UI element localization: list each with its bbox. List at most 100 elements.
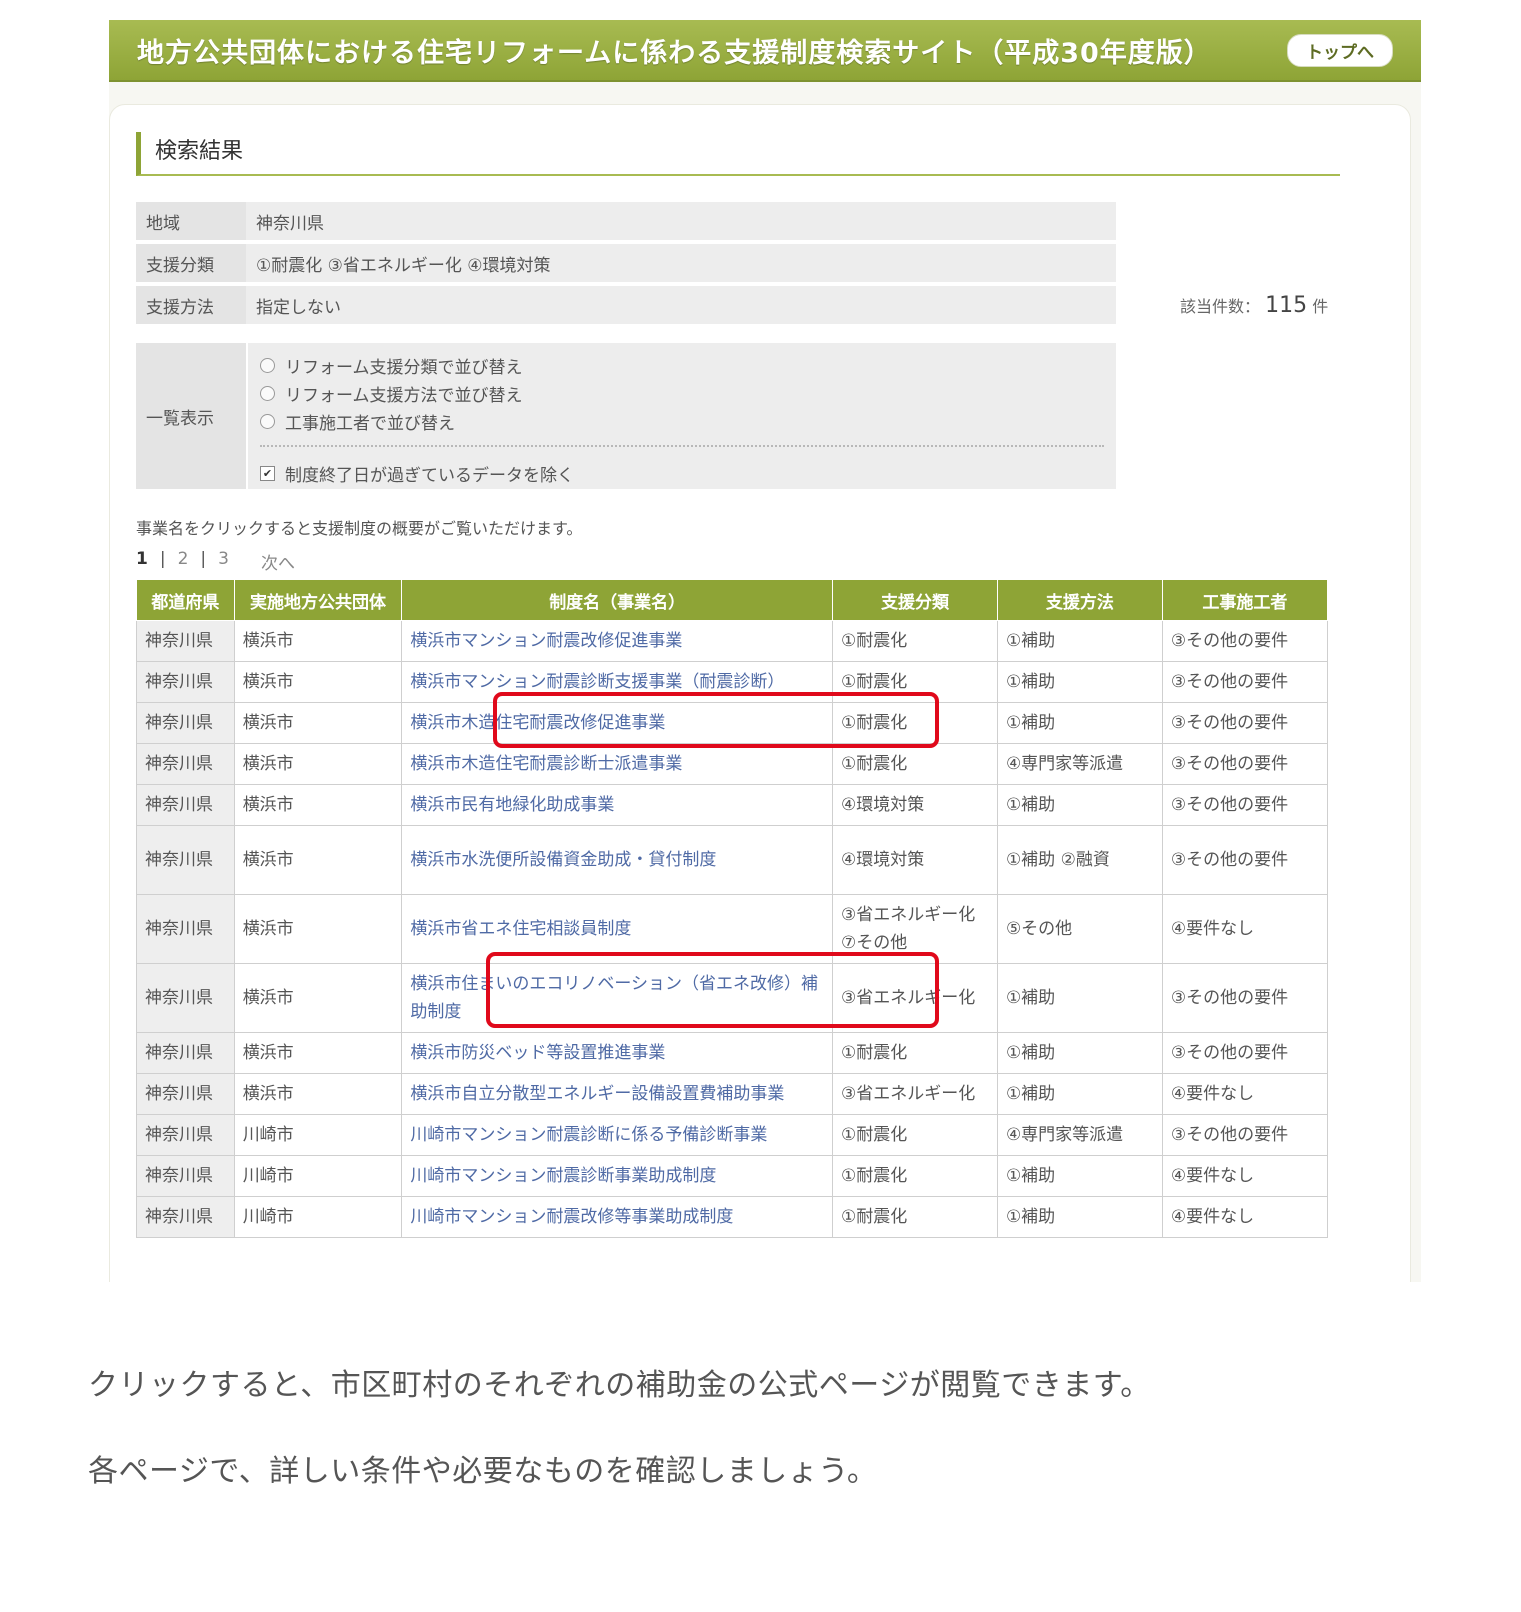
cell-contractor: ③その他の要件 — [1162, 784, 1329, 826]
program-link[interactable]: 川崎市マンション耐震診断事業助成制度 — [401, 1155, 834, 1197]
cell-method: ①補助 — [997, 1073, 1163, 1115]
radio-icon[interactable] — [260, 413, 275, 429]
cell-contractor: ③その他の要件 — [1162, 1032, 1329, 1074]
cell-municipality: 横浜市 — [234, 963, 403, 1033]
cell-contractor: ③その他の要件 — [1162, 1114, 1329, 1156]
cell-contractor: ③その他の要件 — [1162, 661, 1329, 703]
cell-municipality: 横浜市 — [234, 620, 403, 662]
table-row: 神奈川県 横浜市 横浜市水洗便所設備資金助成・貸付制度 ④環境対策 ①補助 ②融資 ③その… — [136, 825, 1329, 895]
cell-prefecture: 神奈川県 — [136, 825, 235, 895]
program-link[interactable]: 川崎市マンション耐震診断に係る予備診断事業 — [401, 1114, 834, 1156]
cell-contractor: ③その他の要件 — [1162, 825, 1329, 895]
cell-method: ④専門家等派遣 — [997, 1114, 1163, 1156]
col-header-method: 支援方法 — [996, 579, 1163, 621]
program-link[interactable]: 横浜市水洗便所設備資金助成・貸付制度 — [401, 825, 834, 895]
cell-category: ④環境対策 — [832, 784, 998, 826]
sort-radio-category[interactable]: リフォーム支援分類で並び替え — [260, 351, 1104, 379]
condition-label: 支援分類 — [136, 244, 246, 282]
cell-method: ①補助 — [997, 702, 1163, 744]
cell-method: ①補助 — [997, 963, 1163, 1033]
table-row: 神奈川県 横浜市 横浜市民有地緑化助成事業 ④環境対策 ①補助 ③その他の要件 — [136, 784, 1329, 826]
condition-value: 神奈川県 — [246, 202, 1116, 240]
results-table: 都道府県 実施地方公共団体 制度名（事業名） 支援分類 支援方法 工事施工者 神… — [136, 579, 1329, 1238]
cell-method: ⑤その他 — [997, 894, 1163, 964]
condition-label: 支援方法 — [136, 286, 246, 324]
section-title: 検索結果 — [136, 132, 1340, 176]
cell-municipality: 川崎市 — [234, 1155, 403, 1197]
cell-category: ①耐震化 — [832, 1196, 998, 1238]
page-3-link[interactable]: 3 — [218, 549, 229, 574]
cell-contractor: ③その他の要件 — [1162, 702, 1329, 744]
cell-municipality: 横浜市 — [234, 1032, 403, 1074]
radio-label: 工事施工者で並び替え — [285, 413, 455, 434]
table-row: 神奈川県 川崎市 川崎市マンション耐震診断に係る予備診断事業 ①耐震化 ④専門家等派遣 ③… — [136, 1114, 1329, 1156]
screenshot-frame: 地方公共団体における住宅リフォームに係わる支援制度検索サイト（平成30年度版） … — [109, 20, 1421, 1282]
result-count-label: 該当件数： — [1180, 297, 1261, 316]
display-label: 一覧表示 — [136, 343, 246, 489]
program-link[interactable]: 横浜市自立分散型エネルギー設備設置費補助事業 — [401, 1073, 834, 1115]
cell-contractor: ③その他の要件 — [1162, 963, 1329, 1033]
program-link[interactable]: 横浜市マンション耐震改修促進事業 — [401, 620, 834, 662]
program-link[interactable]: 横浜市木造住宅耐震診断士派遣事業 — [401, 743, 834, 785]
cell-category: ①耐震化 — [832, 1032, 998, 1074]
col-header-category: 支援分類 — [832, 579, 998, 621]
cell-category: ①耐震化 — [832, 1155, 998, 1197]
condition-row: 支援方法 指定しない — [136, 286, 1116, 324]
page-separator: | — [159, 549, 166, 569]
highlight-box — [486, 952, 939, 1028]
cell-municipality: 横浜市 — [234, 784, 403, 826]
page-1: 1 — [136, 549, 148, 569]
condition-label: 地域 — [136, 202, 246, 240]
table-row: 神奈川県 横浜市 横浜市防災ベッド等設置推進事業 ①耐震化 ①補助 ③その他の要件 — [136, 1032, 1329, 1074]
cell-prefecture: 神奈川県 — [136, 784, 235, 826]
cell-prefecture: 神奈川県 — [136, 620, 235, 662]
cell-method: ①補助 — [997, 661, 1163, 703]
sort-radio-contractor[interactable]: 工事施工者で並び替え — [260, 407, 1104, 435]
cell-municipality: 川崎市 — [234, 1196, 403, 1238]
instruction-note: 事業名をクリックすると支援制度の概要がご覧いただけます。 — [136, 519, 583, 538]
cell-method: ①補助 — [997, 1155, 1163, 1197]
result-count: 該当件数： 115 件 — [1180, 293, 1328, 318]
sort-radio-method[interactable]: リフォーム支援方法で並び替え — [260, 379, 1104, 407]
cell-prefecture: 神奈川県 — [136, 894, 235, 964]
cell-category: ④環境対策 — [832, 825, 998, 895]
program-link[interactable]: 横浜市防災ベッド等設置推進事業 — [401, 1032, 834, 1074]
cell-prefecture: 神奈川県 — [136, 1114, 235, 1156]
table-row: 神奈川県 川崎市 川崎市マンション耐震診断事業助成制度 ①耐震化 ①補助 ④要件なし — [136, 1155, 1329, 1197]
cell-prefecture: 神奈川県 — [136, 661, 235, 703]
cell-municipality: 横浜市 — [234, 825, 403, 895]
site-header: 地方公共団体における住宅リフォームに係わる支援制度検索サイト（平成30年度版） … — [109, 20, 1421, 82]
dotted-divider — [260, 445, 1104, 447]
cell-municipality: 横浜市 — [234, 702, 403, 744]
exclude-expired-checkbox[interactable]: ✔ 制度終了日が過ぎているデータを除く — [260, 459, 1104, 487]
condition-value: 指定しない — [246, 286, 1116, 324]
condition-value: ①耐震化 ③省エネルギー化 ④環境対策 — [246, 244, 1116, 282]
top-page-button[interactable]: トップへ — [1287, 33, 1393, 67]
table-row: 神奈川県 横浜市 横浜市木造住宅耐震診断士派遣事業 ①耐震化 ④専門家等派遣 ③その他の要… — [136, 743, 1329, 785]
radio-icon[interactable] — [260, 385, 275, 401]
checkbox-checked-icon[interactable]: ✔ — [260, 465, 275, 481]
program-link[interactable]: 川崎市マンション耐震改修等事業助成制度 — [401, 1196, 834, 1238]
cell-contractor: ③その他の要件 — [1162, 743, 1329, 785]
col-header-municipality: 実施地方公共団体 — [233, 579, 403, 621]
next-page-link[interactable]: 次へ — [261, 549, 295, 574]
page-2-link[interactable]: 2 — [178, 549, 189, 574]
col-header-contractor: 工事施工者 — [1161, 579, 1329, 621]
cell-municipality: 横浜市 — [234, 1073, 403, 1115]
highlight-box — [493, 692, 939, 748]
cell-category: ①耐震化 — [832, 743, 998, 785]
cell-contractor: ④要件なし — [1162, 1196, 1329, 1238]
cell-prefecture: 神奈川県 — [136, 702, 235, 744]
col-header-program: 制度名（事業名） — [401, 579, 834, 621]
cell-prefecture: 神奈川県 — [136, 743, 235, 785]
table-row: 神奈川県 横浜市 横浜市マンション耐震改修促進事業 ①耐震化 ①補助 ③その他の要件 — [136, 620, 1329, 662]
radio-icon[interactable] — [260, 357, 275, 373]
cell-method: ①補助 — [997, 1032, 1163, 1074]
program-link[interactable]: 横浜市民有地緑化助成事業 — [401, 784, 834, 826]
radio-label: リフォーム支援分類で並び替え — [285, 357, 523, 378]
cell-prefecture: 神奈川県 — [136, 1032, 235, 1074]
condition-row: 支援分類 ①耐震化 ③省エネルギー化 ④環境対策 — [136, 244, 1116, 282]
cell-municipality: 横浜市 — [234, 661, 403, 703]
site-title: 地方公共団体における住宅リフォームに係わる支援制度検索サイト（平成30年度版） — [137, 37, 1212, 69]
cell-prefecture: 神奈川県 — [136, 1155, 235, 1197]
